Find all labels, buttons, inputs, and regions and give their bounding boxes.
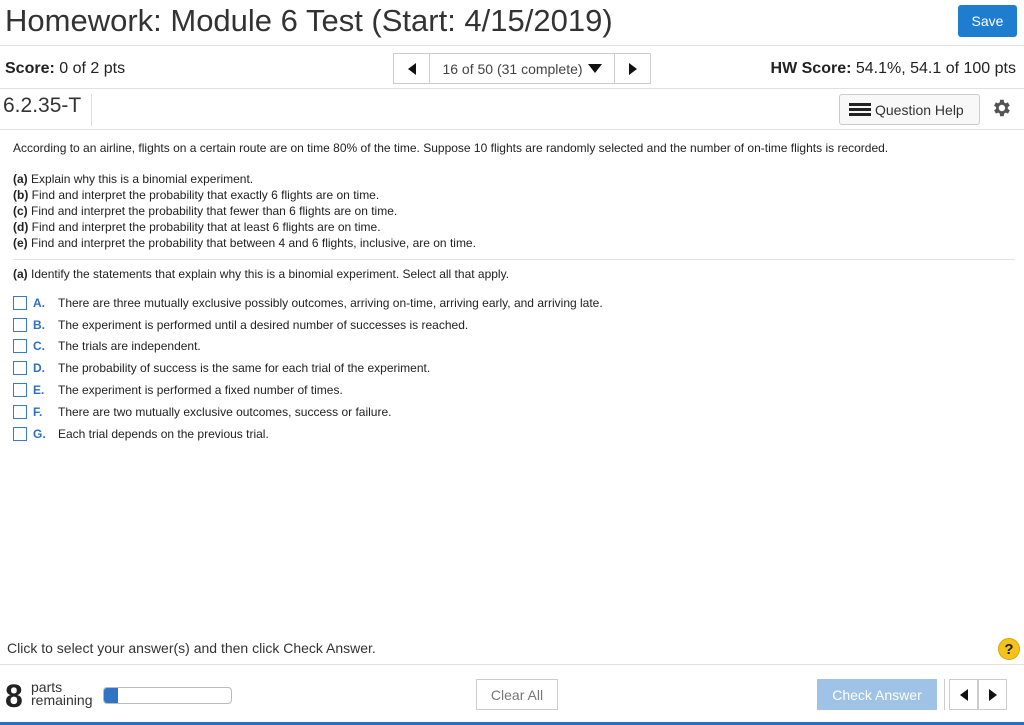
option-letter: D.	[33, 361, 45, 376]
part-tag: (a)	[13, 172, 28, 186]
prompt-text: Identify the statements that explain why…	[31, 267, 510, 281]
option-text: The experiment is performed until a desi…	[58, 317, 469, 332]
score-label: Score:	[5, 60, 55, 77]
question-part: (e) Find and interpret the probability t…	[13, 235, 1013, 251]
dropdown-arrow-icon	[587, 64, 602, 73]
check-answer-button[interactable]: Check Answer	[817, 679, 937, 710]
score: Score: 0 of 2 pts	[5, 60, 125, 78]
question-id: 6.2.35-T	[3, 94, 92, 126]
option-checkbox[interactable]	[13, 383, 27, 398]
header: Homework: Module 6 Test (Start: 4/15/201…	[0, 0, 1024, 46]
parts-label-line: remaining	[31, 692, 93, 708]
question-part: (a) Explain why this is a binomial exper…	[13, 171, 1013, 187]
option-text: Each trial depends on the previous trial…	[58, 426, 269, 441]
instruction-text: Click to select your answer(s) and then …	[7, 640, 376, 656]
clear-all-button[interactable]: Clear All	[476, 679, 558, 710]
divider	[13, 259, 1015, 260]
option-letter: G.	[33, 426, 46, 441]
answer-options: A. There are three mutually exclusive po…	[13, 292, 603, 445]
option-b[interactable]: B. The experiment is performed until a d…	[13, 314, 603, 336]
question-part: (d) Find and interpret the probability t…	[13, 219, 1013, 235]
progress-bar	[103, 687, 232, 704]
chevron-right-icon	[628, 62, 637, 75]
option-letter: F.	[33, 404, 43, 419]
help-icon[interactable]: ?	[998, 638, 1020, 660]
part-tag: (d)	[13, 220, 29, 234]
option-checkbox[interactable]	[13, 317, 27, 332]
question-parts: (a) Explain why this is a binomial exper…	[13, 171, 1013, 251]
question-navigation: 16 of 50 (31 complete)	[393, 53, 651, 84]
chevron-left-icon	[959, 688, 968, 701]
question-part: (b) Find and interpret the probability t…	[13, 187, 1013, 203]
option-letter: B.	[33, 317, 45, 332]
parts-remaining-count: 8	[5, 678, 23, 714]
part-text: Find and interpret the probability that …	[31, 188, 380, 202]
progress-fill	[104, 688, 118, 703]
hw-score-label: HW Score:	[770, 60, 852, 77]
footer: 8 parts remaining Clear All Check Answer	[0, 664, 1024, 725]
option-e[interactable]: E. The experiment is performed a fixed n…	[13, 379, 603, 401]
question-body: According to an airline, flights on a ce…	[13, 141, 1013, 251]
question-selector[interactable]: 16 of 50 (31 complete)	[430, 53, 614, 84]
list-icon	[849, 102, 871, 117]
score-bar: Score: 0 of 2 pts 16 of 50 (31 complete)…	[0, 47, 1024, 89]
option-checkbox[interactable]	[13, 339, 27, 354]
page-title: Homework: Module 6 Test (Start: 4/15/201…	[5, 3, 613, 38]
question-intro: According to an airline, flights on a ce…	[13, 141, 889, 155]
footer-next-button[interactable]	[978, 679, 1007, 710]
option-checkbox[interactable]	[13, 295, 27, 310]
question-header: 6.2.35-T Question Help	[0, 90, 1024, 130]
prompt-tag: (a)	[13, 267, 28, 281]
footer-navigation	[944, 679, 1007, 710]
option-letter: E.	[33, 383, 45, 398]
option-checkbox[interactable]	[13, 404, 27, 419]
option-text: The probability of success is the same f…	[58, 361, 431, 376]
part-text: Find and interpret the probability that …	[31, 236, 476, 250]
part-tag: (e)	[13, 236, 28, 250]
option-text: There are three mutually exclusive possi…	[58, 295, 603, 310]
question-help-label: Question Help	[875, 101, 964, 118]
option-checkbox[interactable]	[13, 426, 27, 441]
option-f[interactable]: F. There are two mutually exclusive outc…	[13, 401, 603, 423]
question-part: (c) Find and interpret the probability t…	[13, 203, 1013, 219]
question-help-button[interactable]: Question Help	[839, 94, 980, 125]
option-text: The experiment is performed a fixed numb…	[58, 383, 343, 398]
part-text: Explain why this is a binomial experimen…	[31, 172, 254, 186]
option-letter: C.	[33, 339, 45, 354]
option-c[interactable]: C. The trials are independent.	[13, 336, 603, 358]
option-a[interactable]: A. There are three mutually exclusive po…	[13, 292, 603, 314]
hw-score: HW Score: 54.1%, 54.1 of 100 pts	[771, 60, 1016, 78]
footer-previous-button[interactable]	[949, 679, 978, 710]
next-question-button[interactable]	[614, 53, 651, 84]
hw-score-value: 54.1%, 54.1 of 100 pts	[855, 60, 1016, 77]
option-checkbox[interactable]	[13, 361, 27, 376]
option-letter: A.	[33, 295, 45, 310]
save-button[interactable]: Save	[958, 5, 1017, 37]
option-text: There are two mutually exclusive outcome…	[58, 404, 392, 419]
part-tag: (c)	[13, 204, 28, 218]
option-d[interactable]: D. The probability of success is the sam…	[13, 357, 603, 379]
chevron-left-icon	[407, 62, 416, 75]
question-position: 16 of 50 (31 complete)	[442, 60, 583, 77]
option-text: The trials are independent.	[58, 339, 201, 354]
part-text: Find and interpret the probability that …	[31, 204, 398, 218]
previous-question-button[interactable]	[393, 53, 430, 84]
answer-prompt: (a) Identify the statements that explain…	[13, 267, 509, 281]
gear-icon[interactable]	[990, 97, 1012, 119]
score-value: 0 of 2 pts	[59, 60, 126, 77]
option-g[interactable]: G. Each trial depends on the previous tr…	[13, 423, 603, 445]
part-tag: (b)	[13, 188, 29, 202]
part-text: Find and interpret the probability that …	[31, 220, 381, 234]
parts-remaining-label: parts remaining	[31, 680, 93, 708]
chevron-right-icon	[988, 688, 997, 701]
